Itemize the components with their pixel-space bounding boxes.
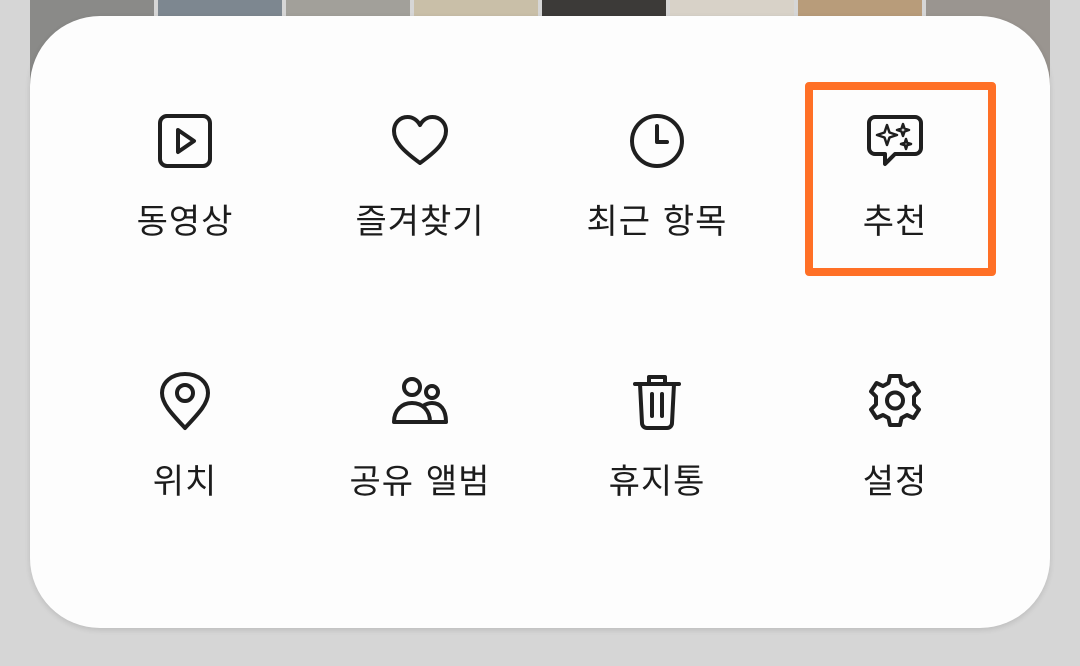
menu-item-videos[interactable]: 동영상 [70, 112, 300, 312]
location-pin-icon [155, 372, 215, 432]
clock-icon [627, 112, 687, 172]
gear-icon [865, 372, 925, 432]
menu-item-shared-albums[interactable]: 공유 앨범 [305, 372, 535, 572]
menu-item-label: 설정 [862, 462, 928, 502]
trash-icon [627, 372, 687, 432]
menu-item-label: 공유 앨범 [349, 462, 491, 502]
shared-album-icon [390, 372, 450, 432]
highlight-box [805, 82, 996, 276]
menu-item-locations[interactable]: 위치 [70, 372, 300, 572]
video-icon [155, 112, 215, 172]
menu-item-settings[interactable]: 설정 [780, 372, 1010, 572]
menu-item-favorites[interactable]: 즐겨찾기 [305, 112, 535, 312]
menu-item-label: 휴지통 [608, 462, 706, 502]
menu-item-label: 최근 항목 [586, 202, 728, 242]
heart-icon [390, 112, 450, 172]
menu-item-recent[interactable]: 최근 항목 [542, 112, 772, 312]
menu-item-label: 위치 [152, 462, 218, 502]
menu-item-label: 동영상 [136, 202, 234, 242]
menu-item-trash[interactable]: 휴지통 [542, 372, 772, 572]
menu-item-label: 즐겨찾기 [355, 202, 485, 242]
